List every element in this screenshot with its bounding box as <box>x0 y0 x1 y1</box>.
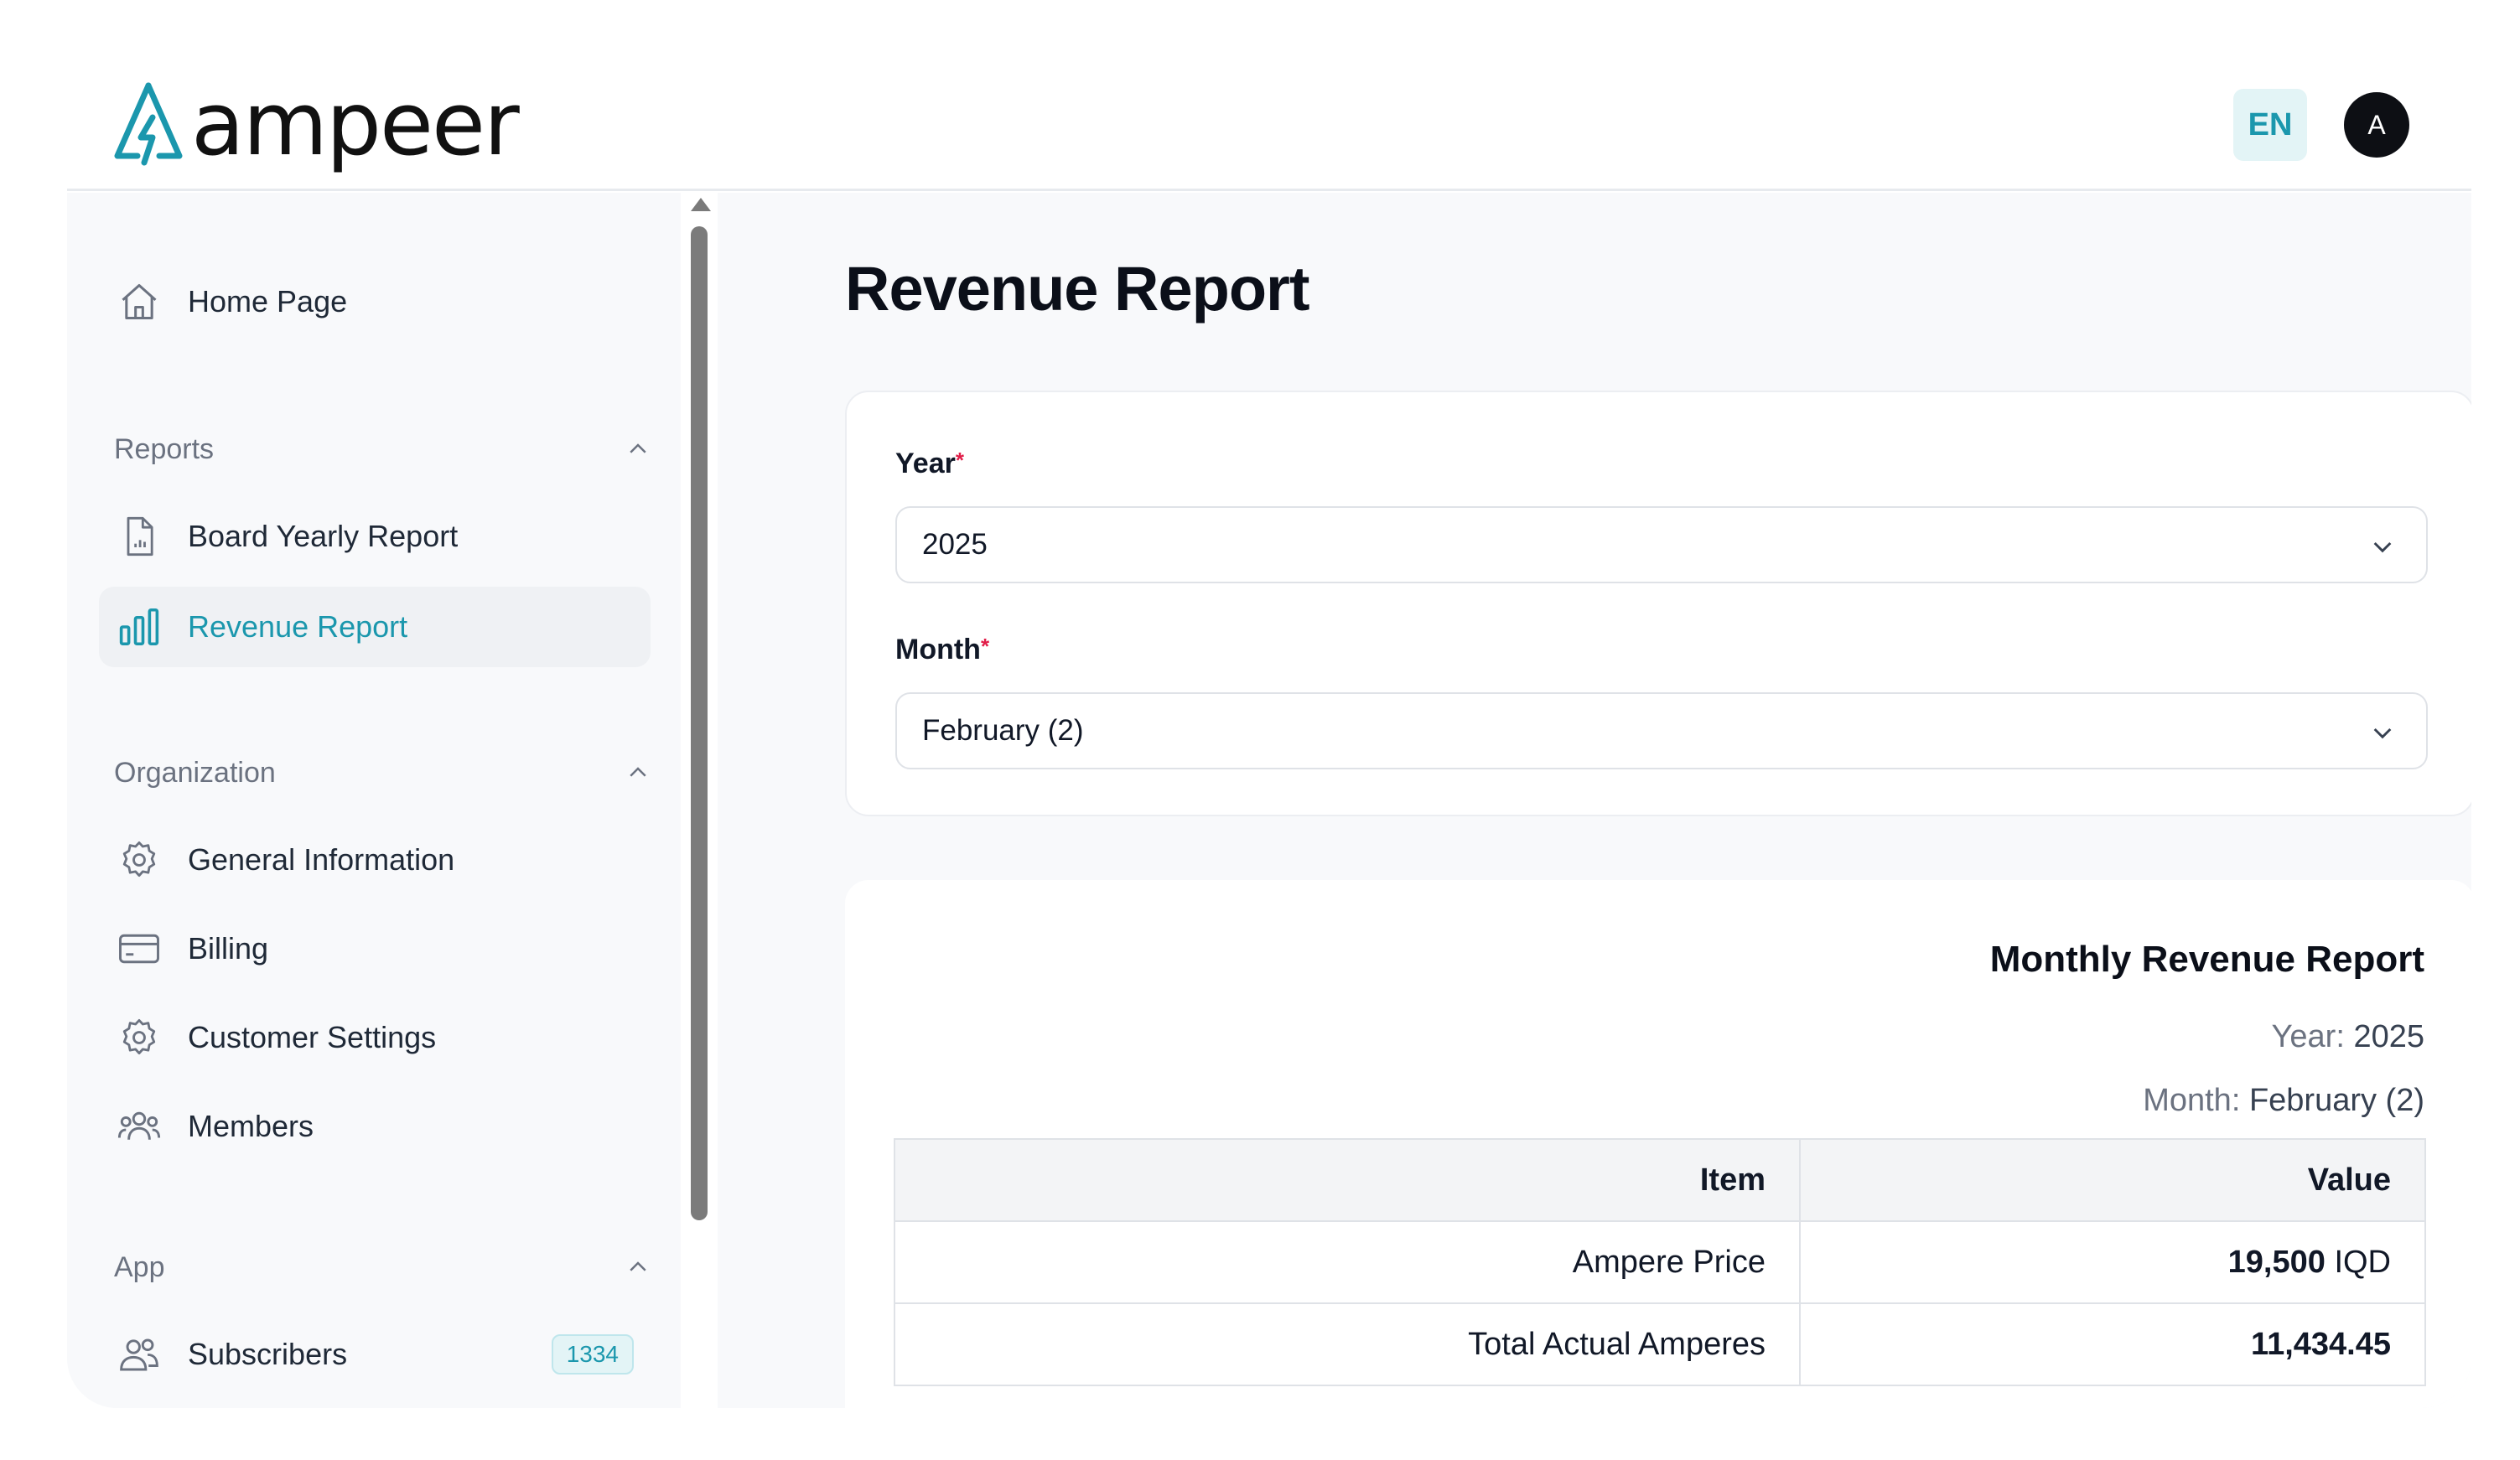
chevron-down-icon <box>2373 541 2392 553</box>
year-label: Year* <box>895 448 964 479</box>
row-value: 19,500 IQD <box>1799 1220 2426 1304</box>
table-row: Total Actual Amperes 11,434.45 <box>894 1302 2426 1386</box>
section-reports[interactable]: Reports <box>114 424 651 474</box>
report-year: Year: 2025 <box>2271 1019 2424 1054</box>
month-label: Month* <box>895 634 990 665</box>
filter-card: Year* 2025 Month* February (2) <box>845 391 2471 816</box>
bolt-logo-icon <box>114 82 183 166</box>
sidebar-item-customer-settings[interactable]: Customer Settings <box>99 997 651 1078</box>
sidebar-item-general-information[interactable]: General Information <box>99 820 651 900</box>
sidebar-item-revenue-report[interactable]: Revenue Report <box>99 587 651 667</box>
row-item: Ampere Price <box>894 1220 1801 1304</box>
app-frame: Home Page Reports Board Yearly Report Re… <box>67 193 2471 1408</box>
home-icon <box>116 278 163 325</box>
required-mark: * <box>980 634 990 659</box>
brand-logo[interactable]: ampeer <box>112 73 520 175</box>
top-header: ampeer EN A <box>67 0 2471 191</box>
sidebar-item-billing[interactable]: Billing <box>99 909 651 989</box>
scroll-up-arrow-icon[interactable] <box>691 198 711 211</box>
table-header-row: Item Value <box>894 1138 2426 1222</box>
sidebar-item-subscribers[interactable]: Subscribers 1334 <box>99 1314 651 1395</box>
chevron-up-icon <box>630 1261 646 1271</box>
month-select[interactable]: February (2) <box>895 692 2428 769</box>
row-item: Total Actual Amperes <box>894 1302 1801 1386</box>
column-header-value: Value <box>1799 1138 2426 1222</box>
language-button[interactable]: EN <box>2233 89 2307 161</box>
subscribers-count-badge: 1334 <box>551 1334 634 1375</box>
sidebar-item-label: Home Page <box>188 284 348 318</box>
required-mark: * <box>955 448 964 473</box>
section-organization[interactable]: Organization <box>114 748 651 798</box>
chevron-down-icon <box>2373 727 2392 739</box>
year-select[interactable]: 2025 <box>895 506 2428 583</box>
report-file-icon <box>116 513 163 560</box>
sidebar-item-members[interactable]: Members <box>99 1086 651 1167</box>
table-row: Ampere Price 19,500 IQD <box>894 1220 2426 1304</box>
user-avatar[interactable]: A <box>2344 92 2409 158</box>
main-content: Revenue Report Year* 2025 Month* Februar… <box>718 193 2471 1408</box>
report-month: Month: February (2) <box>2143 1083 2424 1118</box>
chevron-up-icon <box>630 767 646 777</box>
sidebar: Home Page Reports Board Yearly Report Re… <box>67 193 681 1408</box>
gear-icon <box>116 836 163 883</box>
column-header-item: Item <box>894 1138 1801 1222</box>
sidebar-scrollbar[interactable] <box>681 193 718 1408</box>
users-group-icon <box>116 1103 163 1150</box>
row-value: 11,434.45 <box>1799 1302 2426 1386</box>
section-app[interactable]: App <box>114 1242 651 1292</box>
report-card: Monthly Revenue Report Year: 2025 Month:… <box>845 880 2471 1408</box>
scrollbar-thumb[interactable] <box>691 226 708 1220</box>
sidebar-item-home[interactable]: Home Page <box>99 261 651 342</box>
users-icon <box>116 1331 163 1378</box>
report-title: Monthly Revenue Report <box>1989 939 2424 980</box>
bar-chart-icon <box>116 603 163 650</box>
brand-name: ampeer <box>191 73 520 175</box>
page-title: Revenue Report <box>845 254 1309 324</box>
chevron-up-icon <box>630 443 646 453</box>
sidebar-item-board-yearly-report[interactable]: Board Yearly Report <box>99 496 651 577</box>
revenue-table: Item Value Ampere Price 19,500 IQD Total… <box>894 1138 2426 1386</box>
credit-card-icon <box>116 925 163 972</box>
gear-icon <box>116 1014 163 1061</box>
